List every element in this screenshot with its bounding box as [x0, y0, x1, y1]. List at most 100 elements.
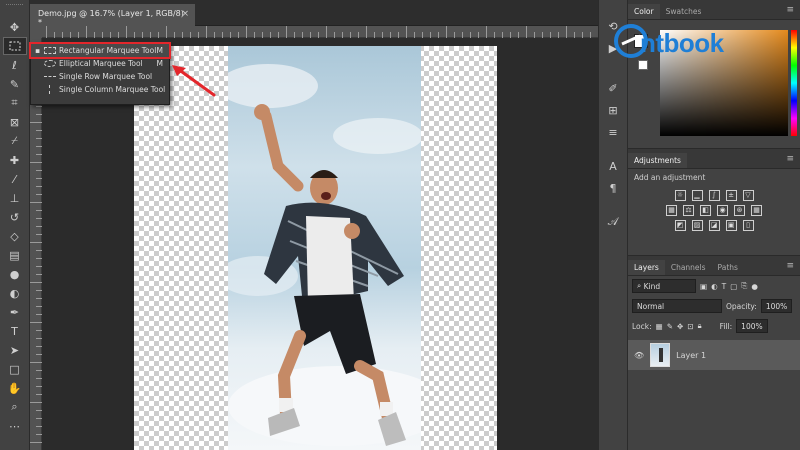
frame-tool-icon[interactable]: ⊠ — [3, 113, 27, 131]
lock-all-icon[interactable]: 🔒︎ — [698, 321, 702, 331]
hand-tool-icon[interactable]: ✋ — [3, 379, 27, 397]
exposure-icon[interactable]: ± — [725, 190, 737, 201]
filter-kind-select[interactable]: ⌕ Kind — [632, 279, 696, 293]
glyphs-panel-icon[interactable]: 𝒜 — [602, 212, 624, 232]
blend-opacity-row: Normal Opacity: 100% — [628, 296, 800, 316]
panel-menu-icon[interactable]: ≡ — [786, 261, 794, 271]
tab-channels[interactable]: Channels — [665, 260, 712, 275]
invert-icon[interactable]: ◩ — [674, 220, 686, 231]
lock-artboard-icon[interactable]: ⊡ — [687, 322, 693, 331]
panel-menu-icon[interactable]: ≡ — [786, 5, 794, 15]
toolbar-grip[interactable] — [6, 4, 23, 14]
marquee-tool-flyout-menu: ▪ Rectangular Marquee Tool M Elliptical … — [29, 42, 171, 105]
brand-wordmark: ntbook — [640, 28, 724, 58]
eye-icon[interactable]: 👁︎ — [634, 351, 644, 360]
rectangle-tool-icon[interactable]: □ — [3, 360, 27, 378]
eyedropper-tool-icon[interactable]: ⌿ — [3, 132, 27, 150]
document-tab[interactable]: Demo.jpg @ 16.7% (Layer 1, RGB/8) * × — [30, 4, 195, 27]
filter-shape-icon[interactable]: ▢ — [730, 282, 737, 291]
adjustments-sliders-icon[interactable]: ≡ — [602, 122, 624, 142]
lock-image-icon[interactable]: ✎ — [667, 322, 673, 331]
background-color-swatch[interactable] — [638, 60, 648, 70]
type-tool-icon[interactable]: T — [3, 322, 27, 340]
blend-mode-value: Normal — [637, 301, 665, 311]
paragraph-panel-icon[interactable]: ¶ — [602, 178, 624, 198]
zoom-tool-icon[interactable]: ⌕ — [3, 398, 27, 416]
tab-layers[interactable]: Layers — [628, 260, 665, 275]
vibrance-icon[interactable]: ▽ — [742, 190, 754, 201]
opacity-value: 100% — [765, 301, 788, 311]
black-white-icon[interactable]: ◧ — [700, 205, 711, 216]
ruler-tick — [86, 26, 87, 38]
panel-icon-strip: ⟲ ▶ ✐ ⊞ ≡ A ¶ 𝒜 — [598, 0, 628, 450]
pen-tool-icon[interactable]: ✒ — [3, 303, 27, 321]
photo-filter-icon[interactable]: ◉ — [717, 205, 728, 216]
hue-slider[interactable] — [791, 30, 797, 136]
path-selection-tool-icon[interactable]: ➤ — [3, 341, 27, 359]
layer-row[interactable]: 👁︎ Layer 1 — [628, 340, 800, 370]
ruler-tick — [206, 26, 207, 38]
crop-tool-icon[interactable]: ⌗ — [3, 94, 27, 112]
filter-smart-object-icon[interactable]: ⎘ — [741, 281, 747, 291]
channel-mixer-icon[interactable]: ⊛ — [734, 205, 745, 216]
tab-color[interactable]: Color — [628, 4, 660, 19]
ruler-tick — [30, 162, 42, 163]
ruler-tick — [446, 26, 447, 38]
lock-transparent-icon[interactable]: ▦ — [656, 322, 663, 331]
tab-paths[interactable]: Paths — [712, 260, 744, 275]
move-tool-icon[interactable]: ✥ — [3, 18, 27, 36]
more-tools-icon[interactable]: ⋯ — [3, 417, 27, 435]
single-row-marquee-icon — [44, 76, 56, 83]
close-icon[interactable]: × — [181, 9, 189, 19]
history-brush-tool-icon[interactable]: ↺ — [3, 208, 27, 226]
tab-adjustments[interactable]: Adjustments — [628, 153, 687, 168]
single-column-marquee-tool-item[interactable]: Single Column Marquee Tool — [31, 83, 169, 96]
ruler-tick — [30, 362, 42, 363]
posterize-icon[interactable]: ▨ — [691, 220, 703, 231]
menu-item-label: Elliptical Marquee Tool — [59, 59, 143, 68]
brush-tool-icon[interactable]: ⁄ — [3, 170, 27, 188]
selective-color-icon[interactable]: ▣ — [725, 220, 737, 231]
levels-icon[interactable]: ▁ — [691, 190, 703, 201]
ruler-tick — [46, 26, 47, 38]
lasso-tool-icon[interactable]: ℓ — [3, 56, 27, 74]
eraser-tool-icon[interactable]: ◇ — [3, 227, 27, 245]
color-balance-icon[interactable]: ⚖ — [683, 205, 694, 216]
horizontal-ruler[interactable] — [42, 26, 598, 38]
document-canvas[interactable] — [134, 46, 497, 450]
character-panel-icon[interactable]: A — [602, 156, 624, 176]
color-panel-tabs: Color Swatches ≡ — [628, 0, 800, 20]
adjustments-row: ▦ ⚖ ◧ ◉ ⊛ ▦ — [628, 205, 800, 216]
healing-brush-tool-icon[interactable]: ✚ — [3, 151, 27, 169]
brush-settings-icon[interactable]: ✐ — [602, 78, 624, 98]
ruler-tick — [566, 26, 567, 38]
gradient-map-icon[interactable]: ▯ — [742, 220, 754, 231]
brightness-contrast-icon[interactable]: ☼ — [674, 190, 686, 201]
blend-mode-select[interactable]: Normal — [632, 299, 722, 313]
tab-swatches[interactable]: Swatches — [660, 4, 708, 19]
quick-selection-tool-icon[interactable]: ✎ — [3, 75, 27, 93]
opacity-input[interactable]: 100% — [760, 299, 793, 313]
filter-adjustment-icon[interactable]: ◐ — [711, 282, 718, 291]
brand-watermark-logo: ntbook — [608, 20, 778, 60]
color-lookup-icon[interactable]: ▦ — [751, 205, 762, 216]
filter-type-icon[interactable]: T — [722, 282, 727, 291]
filter-toggle-icon[interactable]: ● — [751, 282, 758, 291]
elliptical-marquee-tool-item[interactable]: Elliptical Marquee Tool M — [31, 57, 169, 70]
lock-position-icon[interactable]: ✥ — [677, 322, 683, 331]
blur-tool-icon[interactable]: ● — [3, 265, 27, 283]
clone-stamp-tool-icon[interactable]: ⊥ — [3, 189, 27, 207]
properties-panel-icon[interactable]: ⊞ — [602, 100, 624, 120]
rectangular-marquee-tool-item[interactable]: ▪ Rectangular Marquee Tool M — [29, 42, 171, 59]
fill-input[interactable]: 100% — [736, 319, 768, 333]
panel-menu-icon[interactable]: ≡ — [786, 154, 794, 164]
gradient-tool-icon[interactable]: ▤ — [3, 246, 27, 264]
threshold-icon[interactable]: ◪ — [708, 220, 720, 231]
hue-saturation-icon[interactable]: ▦ — [666, 205, 677, 216]
curves-icon[interactable]: ∫ — [708, 190, 720, 201]
marquee-tool-icon[interactable] — [2, 37, 27, 55]
dodge-tool-icon[interactable]: ◐ — [3, 284, 27, 302]
filter-pixel-icon[interactable]: ▣ — [700, 282, 707, 291]
ruler-tick — [526, 26, 527, 38]
single-row-marquee-tool-item[interactable]: Single Row Marquee Tool — [31, 70, 169, 83]
